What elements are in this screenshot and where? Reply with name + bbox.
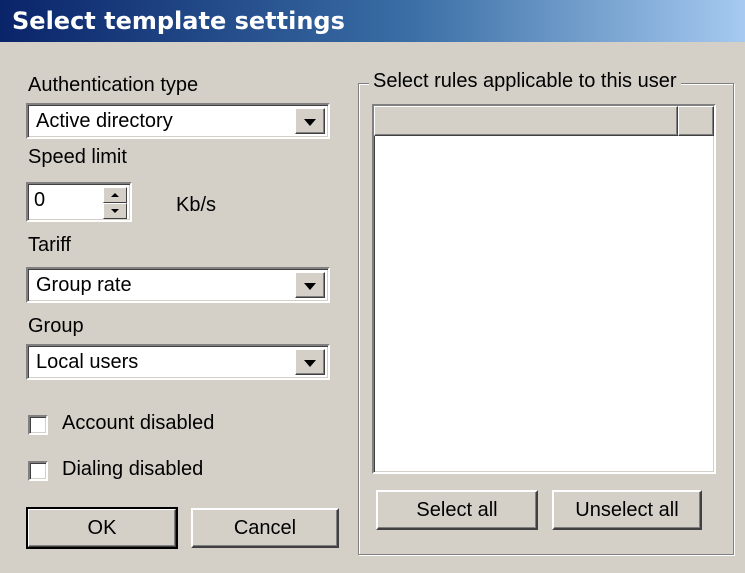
group-select[interactable]: Local users — [26, 344, 330, 380]
dialing-disabled-checkbox[interactable] — [28, 461, 48, 481]
speed-limit-stepper[interactable]: 0 — [26, 182, 132, 222]
tariff-value: Group rate — [36, 274, 132, 296]
speed-unit-label: Kb/s — [176, 194, 217, 216]
tariff-select[interactable]: Group rate — [26, 267, 330, 303]
account-disabled-checkbox[interactable] — [28, 415, 48, 435]
title-bar: Select template settings — [0, 0, 745, 42]
rules-column-header-end[interactable] — [678, 106, 714, 136]
spin-down-icon[interactable] — [103, 203, 127, 219]
ok-button[interactable]: OK — [26, 507, 178, 549]
select-all-button[interactable]: Select all — [376, 490, 538, 530]
group-label: Group — [28, 315, 84, 337]
account-disabled-label: Account disabled — [62, 412, 215, 434]
auth-type-label: Authentication type — [28, 74, 199, 96]
chevron-down-icon[interactable] — [295, 349, 325, 375]
auth-type-value: Active directory — [36, 110, 173, 132]
window-title: Select template settings — [12, 7, 345, 35]
speed-limit-label: Speed limit — [28, 146, 127, 168]
chevron-down-icon[interactable] — [295, 108, 325, 134]
spin-up-icon[interactable] — [103, 187, 127, 203]
chevron-down-icon[interactable] — [295, 272, 325, 298]
speed-limit-value: 0 — [34, 189, 46, 211]
rules-list-header — [374, 106, 714, 136]
rules-group-title: Select rules applicable to this user — [369, 70, 681, 93]
unselect-all-button[interactable]: Unselect all — [552, 490, 702, 530]
group-value: Local users — [36, 351, 139, 373]
rules-column-header[interactable] — [374, 106, 678, 136]
tariff-label: Tariff — [28, 234, 71, 256]
dialing-disabled-label: Dialing disabled — [62, 458, 204, 480]
dialog-window: Select template settings Authentication … — [0, 0, 745, 573]
auth-type-select[interactable]: Active directory — [26, 103, 330, 139]
rules-list[interactable] — [372, 104, 716, 474]
cancel-button[interactable]: Cancel — [191, 508, 339, 548]
